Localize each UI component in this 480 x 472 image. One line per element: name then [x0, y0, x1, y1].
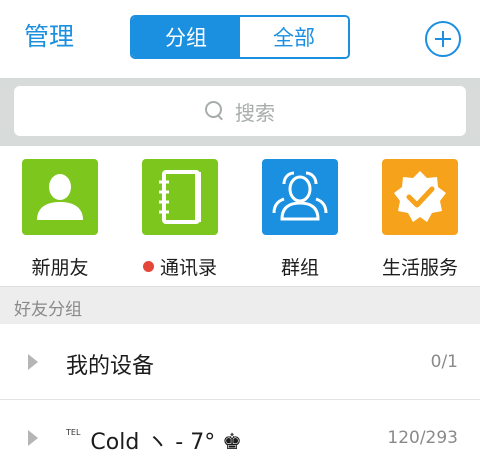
- tab-groups[interactable]: 分组: [132, 17, 240, 57]
- tab-all[interactable]: 全部: [240, 17, 348, 57]
- shortcut-new-friends[interactable]: 新朋友: [0, 159, 120, 279]
- shortcut-label: 新朋友: [31, 257, 89, 279]
- add-plus-icon[interactable]: [425, 21, 461, 57]
- group-count: 0/1: [430, 352, 458, 372]
- red-dot-badge: [142, 261, 154, 272]
- section-title: 好友分组: [14, 300, 82, 320]
- shortcut-label: 生活服务: [381, 257, 458, 279]
- group-name-text: Cold ヽ - 7° ♚: [90, 430, 242, 455]
- search-bar: 搜索: [0, 78, 480, 146]
- shortcut-label-text: 通讯录: [159, 257, 217, 279]
- badge-check-icon: [382, 159, 458, 235]
- shortcut-life-services[interactable]: 生活服务: [360, 159, 480, 279]
- search-icon: [205, 101, 225, 121]
- group-count: 120/293: [387, 428, 458, 448]
- shortcut-grid: 新朋友 通讯录 群组 生活服务: [0, 146, 480, 286]
- group-name: 我的设备: [66, 354, 155, 379]
- shortcut-label: 通讯录: [120, 255, 240, 281]
- shortcut-label: 群组: [280, 257, 319, 279]
- app-screen: 管理 分组 全部 搜索 新朋友 通讯录 群组 生活服务 好友分组 我的设备 0/…: [0, 0, 480, 472]
- expand-arrow-icon: [28, 354, 38, 370]
- shortcut-contacts[interactable]: 通讯录: [120, 159, 240, 279]
- top-bar: 管理 分组 全部: [0, 0, 480, 78]
- search-placeholder: 搜索: [235, 100, 275, 125]
- section-header: 好友分组: [0, 286, 480, 324]
- address-book-icon: [142, 159, 218, 235]
- expand-arrow-icon: [28, 430, 38, 446]
- shortcut-groups[interactable]: 群组: [240, 159, 360, 279]
- group-row-my-devices[interactable]: 我的设备 0/1: [0, 324, 480, 400]
- search-input[interactable]: 搜索: [14, 86, 466, 136]
- group-name: TEL Cold ヽ - 7° ♚: [66, 424, 242, 456]
- group-row-cold[interactable]: TEL Cold ヽ - 7° ♚ 120/293: [0, 400, 480, 472]
- group-icon: [262, 159, 338, 235]
- person-icon: [22, 159, 98, 235]
- tel-prefix: TEL: [66, 428, 81, 437]
- manage-button[interactable]: 管理: [24, 19, 74, 55]
- segmented-control: 分组 全部: [130, 15, 350, 59]
